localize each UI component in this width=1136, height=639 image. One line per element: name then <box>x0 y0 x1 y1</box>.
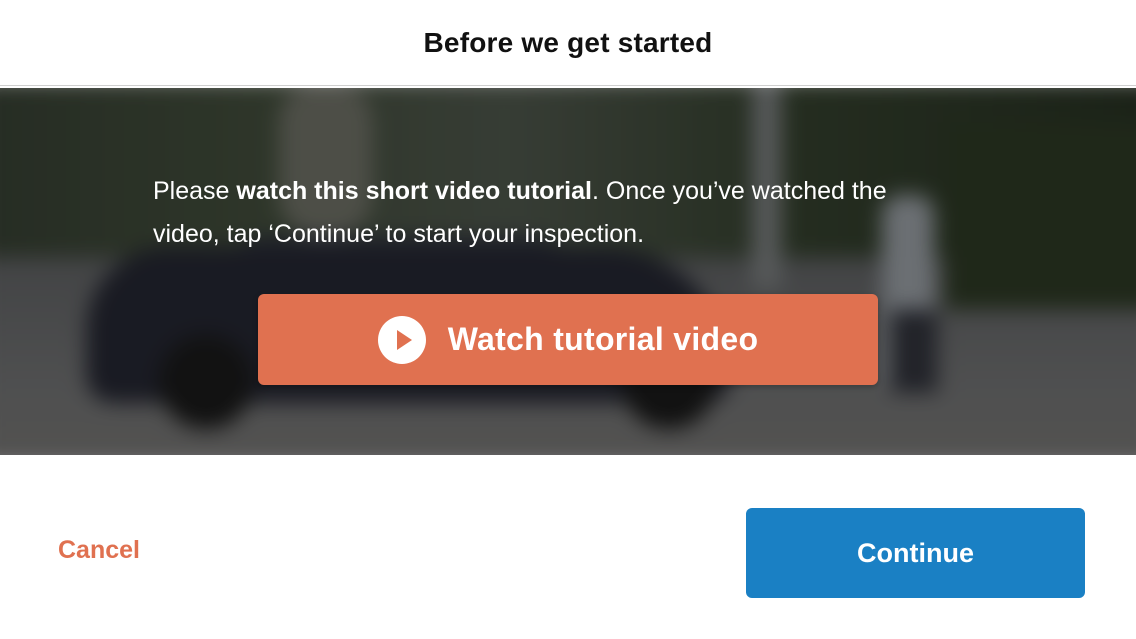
play-icon <box>377 315 426 364</box>
video-background-panel: Please watch this short video tutorial. … <box>0 88 1136 455</box>
cancel-button[interactable]: Cancel <box>58 536 140 565</box>
watch-tutorial-label: Watch tutorial video <box>447 321 759 357</box>
dark-overlay <box>0 88 1136 455</box>
page-title: Before we get started <box>423 26 713 58</box>
continue-button[interactable]: Continue <box>746 508 1085 598</box>
instructions-emphasis: watch this short video tutorial <box>236 177 592 205</box>
tutorial-screen: Before we get started Please watch this … <box>0 0 1136 639</box>
watch-tutorial-button[interactable]: Watch tutorial video <box>258 294 878 385</box>
continue-label: Continue <box>857 537 974 568</box>
instructions-text: Please watch this short video tutorial. … <box>153 170 953 256</box>
header-bar: Before we get started <box>0 0 1136 86</box>
instructions-prefix: Please <box>153 177 237 205</box>
